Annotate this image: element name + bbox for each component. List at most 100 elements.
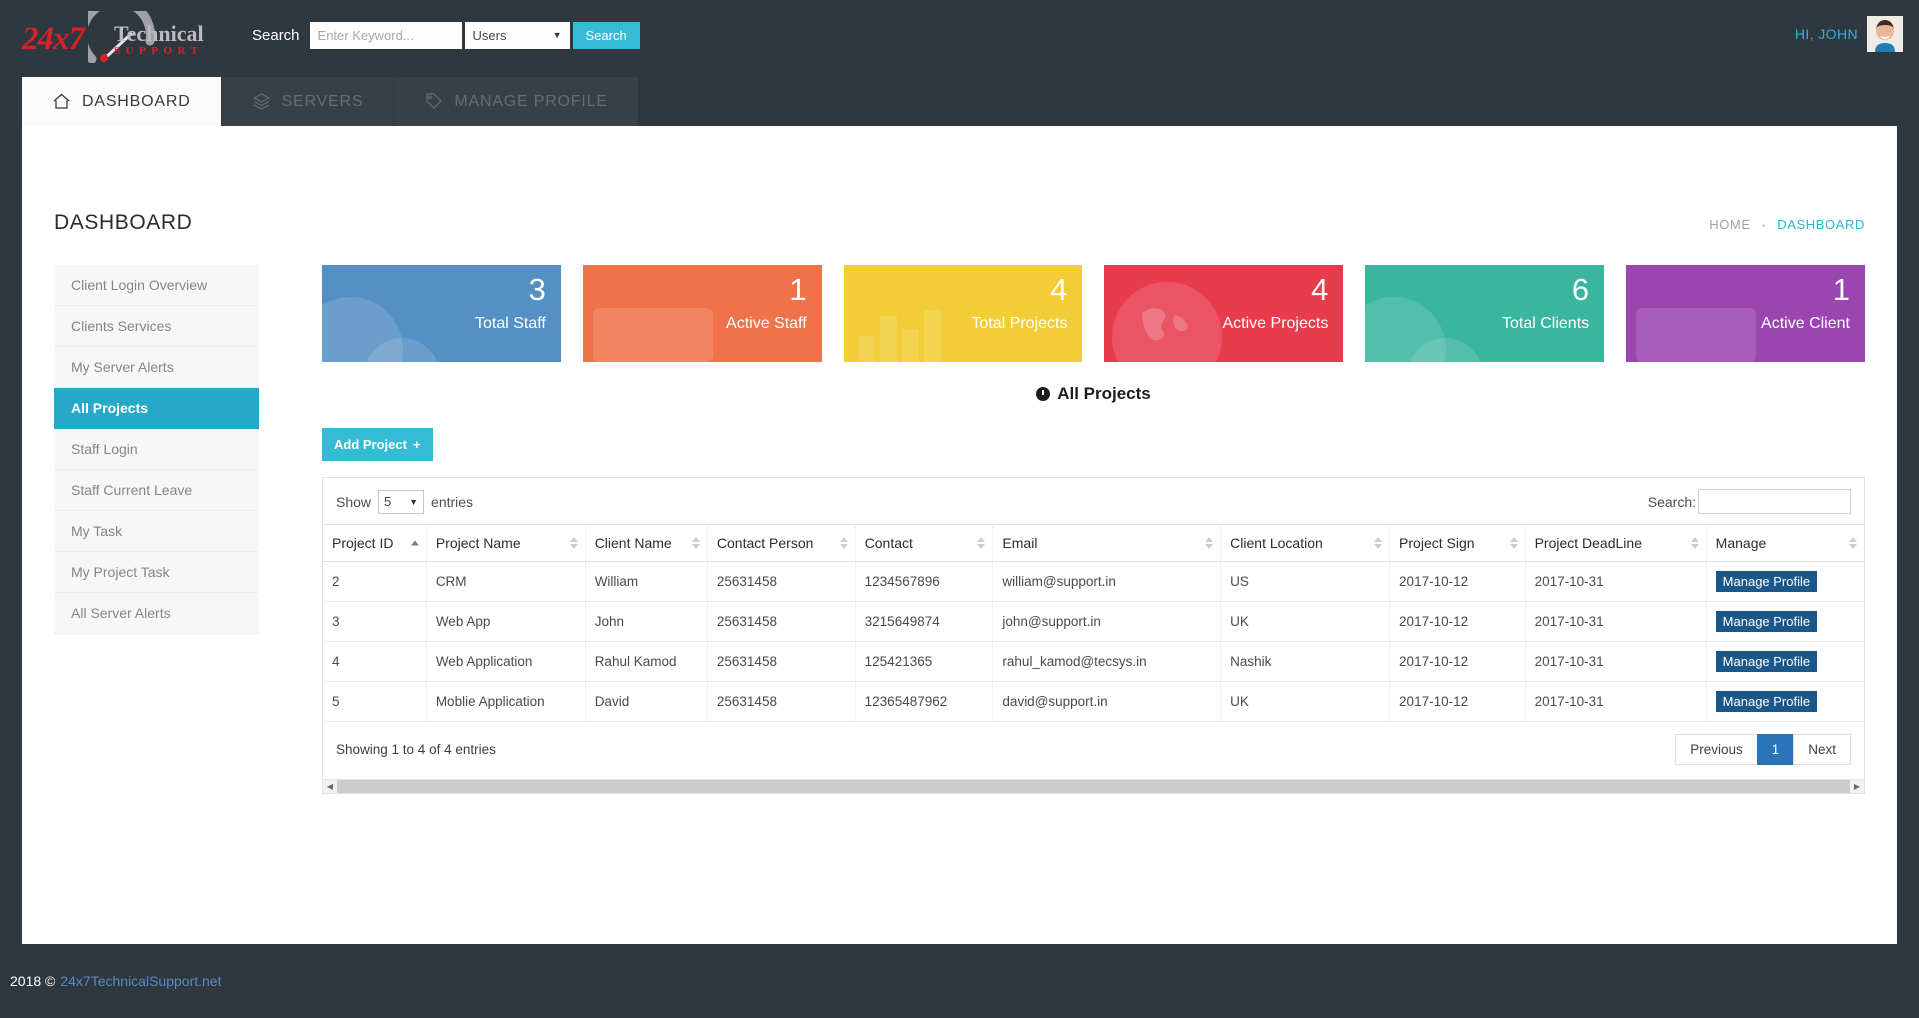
datatable-search-input[interactable]: [1698, 489, 1851, 514]
sort-icon: [977, 537, 985, 549]
sidebar-item-my-project-task[interactable]: My Project Task: [54, 552, 259, 593]
column-header-project-name[interactable]: Project Name: [426, 525, 585, 562]
user-menu[interactable]: HI, JOHN: [1795, 12, 1903, 56]
cell-client-name: John: [585, 602, 707, 642]
tab-dashboard[interactable]: DASHBOARD: [22, 77, 222, 126]
projects-table: Project ID Project Name Client Name: [323, 524, 1864, 722]
manage-profile-button[interactable]: Manage Profile: [1716, 571, 1817, 592]
cell-project-sign: 2017-10-12: [1390, 602, 1526, 642]
column-header-client-location[interactable]: Client Location: [1221, 525, 1390, 562]
scroll-right-arrow-icon[interactable]: ▶: [1850, 780, 1864, 793]
decor-rect: [593, 308, 713, 362]
column-label: Manage: [1716, 535, 1767, 551]
cell-contact-person: 25631458: [707, 642, 855, 682]
sort-icon: [1374, 537, 1382, 549]
layers-icon: [252, 92, 271, 111]
search-input[interactable]: [310, 22, 462, 49]
search-scope-select[interactable]: Users ▼: [465, 22, 570, 49]
column-label: Project DeadLine: [1535, 535, 1642, 551]
column-header-project-deadline[interactable]: Project DeadLine: [1525, 525, 1706, 562]
logo-text-primary: 24x7: [22, 21, 84, 58]
clock-icon: [1036, 387, 1050, 401]
datatable-footer: Showing 1 to 4 of 4 entries Previous 1 N…: [323, 722, 1864, 779]
sidebar-item-all-server-alerts[interactable]: All Server Alerts: [54, 593, 259, 634]
cell-client-location: UK: [1221, 602, 1390, 642]
user-greeting: HI, JOHN: [1795, 26, 1858, 42]
datatable-info: Showing 1 to 4 of 4 entries: [336, 742, 496, 757]
stat-value: 1: [789, 274, 806, 305]
main-nav: DASHBOARD SERVERS MANAGE PROFILE: [22, 77, 639, 126]
tab-servers[interactable]: SERVERS: [222, 77, 395, 126]
sort-icon: [570, 537, 578, 549]
page-length-control: Show 5 ▼ entries: [336, 490, 473, 514]
column-header-project-sign[interactable]: Project Sign: [1390, 525, 1526, 562]
breadcrumb-separator: •: [1762, 221, 1766, 232]
column-header-project-id[interactable]: Project ID: [323, 525, 426, 562]
sidebar-item-my-task[interactable]: My Task: [54, 511, 259, 552]
page-footer: 2018 © 24x7TechnicalSupport.net: [0, 944, 1919, 1018]
cell-contact-person: 25631458: [707, 682, 855, 722]
stat-card-active-projects[interactable]: 4 Active Projects: [1104, 265, 1343, 362]
panel-heading: All Projects: [322, 384, 1865, 404]
pagination-page-1[interactable]: 1: [1757, 734, 1795, 765]
sidebar-item-label: Clients Services: [71, 318, 171, 334]
sidebar-item-all-projects[interactable]: All Projects: [54, 388, 259, 429]
scroll-left-arrow-icon[interactable]: ◀: [323, 780, 337, 793]
decor-bar: [880, 316, 897, 362]
sidebar-item-label: All Server Alerts: [71, 605, 171, 621]
column-header-contact-person[interactable]: Contact Person: [707, 525, 855, 562]
table-row: 2 CRM William 25631458 1234567896 willia…: [323, 562, 1864, 602]
sort-icon: [692, 537, 700, 549]
stat-card-total-clients[interactable]: 6 Total Clients: [1365, 265, 1604, 362]
site-logo[interactable]: 24x7 Technical SUPPORT: [14, 9, 210, 65]
breadcrumb: HOME • DASHBOARD: [1709, 217, 1865, 232]
cell-email: william@support.in: [993, 562, 1221, 602]
pagination-next[interactable]: Next: [1793, 734, 1851, 765]
stat-card-total-projects[interactable]: 4 Total Projects: [844, 265, 1083, 362]
cell-project-sign: 2017-10-12: [1390, 682, 1526, 722]
sidebar-item-client-login-overview[interactable]: Client Login Overview: [54, 265, 259, 306]
search-button[interactable]: Search: [573, 22, 640, 49]
sidebar-item-staff-current-leave[interactable]: Staff Current Leave: [54, 470, 259, 511]
chevron-down-icon: ▼: [553, 30, 562, 40]
page-content: DASHBOARD HOME • DASHBOARD Client Login …: [22, 126, 1897, 944]
sidebar-item-clients-services[interactable]: Clients Services: [54, 306, 259, 347]
home-icon: [52, 92, 71, 111]
stat-card-active-client[interactable]: 1 Active Client: [1626, 265, 1865, 362]
manage-profile-button[interactable]: Manage Profile: [1716, 651, 1817, 672]
column-label: Email: [1002, 535, 1037, 551]
sort-ascending-icon: [411, 541, 419, 546]
cell-client-name: William: [585, 562, 707, 602]
breadcrumb-home[interactable]: HOME: [1709, 217, 1750, 232]
sidebar-item-my-server-alerts[interactable]: My Server Alerts: [54, 347, 259, 388]
cell-manage: Manage Profile: [1706, 602, 1864, 642]
add-project-button[interactable]: Add Project +: [322, 428, 433, 461]
logo-text-tertiary: SUPPORT: [114, 45, 203, 57]
sidebar-item-staff-login[interactable]: Staff Login: [54, 429, 259, 470]
stat-label: Active Staff: [726, 315, 807, 333]
manage-profile-button[interactable]: Manage Profile: [1716, 611, 1817, 632]
cell-contact-person: 25631458: [707, 602, 855, 642]
dashboard-sidebar: Client Login Overview Clients Services M…: [54, 265, 259, 634]
pagination-previous[interactable]: Previous: [1675, 734, 1758, 765]
datatable-search-label: Search:: [1648, 494, 1696, 510]
footer-site-link[interactable]: 24x7TechnicalSupport.net: [60, 973, 221, 989]
manage-profile-button[interactable]: Manage Profile: [1716, 691, 1817, 712]
avatar[interactable]: [1867, 16, 1903, 52]
column-label: Contact: [865, 535, 913, 551]
column-header-manage[interactable]: Manage: [1706, 525, 1864, 562]
cell-project-id: 4: [323, 642, 426, 682]
tab-manage-profile[interactable]: MANAGE PROFILE: [394, 77, 638, 126]
column-header-client-name[interactable]: Client Name: [585, 525, 707, 562]
page-size-select[interactable]: 5 ▼: [378, 490, 424, 514]
horizontal-scrollbar[interactable]: ◀ ▶: [323, 779, 1864, 793]
stat-card-active-staff[interactable]: 1 Active Staff: [583, 265, 822, 362]
column-label: Project ID: [332, 535, 393, 551]
show-label: Show: [336, 494, 371, 510]
column-header-contact[interactable]: Contact: [855, 525, 993, 562]
column-header-email[interactable]: Email: [993, 525, 1221, 562]
cell-project-id: 5: [323, 682, 426, 722]
stat-label: Total Staff: [475, 315, 546, 333]
cell-manage: Manage Profile: [1706, 562, 1864, 602]
stat-card-total-staff[interactable]: 3 Total Staff: [322, 265, 561, 362]
